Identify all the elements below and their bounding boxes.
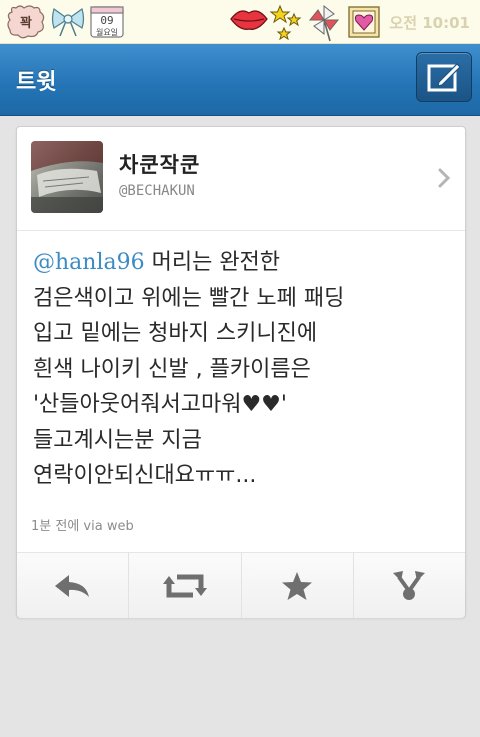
tweet-line: 들고계시는분 지금: [33, 427, 202, 453]
tweet-meta: 1분 전에 via web: [31, 519, 134, 534]
calendar-sticker: 09 월요일: [90, 6, 124, 38]
reply-icon: [54, 574, 89, 597]
pinwheel-icon: [308, 4, 340, 42]
app-header: 트윗: [0, 44, 480, 116]
heart-frame-icon: [348, 6, 380, 38]
profile-row[interactable]: 차쿤작쿤 @BECHAKUN: [17, 127, 465, 231]
more-button[interactable]: [354, 553, 465, 618]
display-name[interactable]: 차쿤작쿤: [119, 149, 200, 179]
favorite-button[interactable]: [242, 553, 354, 618]
action-bar: [17, 552, 465, 618]
tweet-line: 흰색 나이키 신발 , 플카이름은: [33, 356, 311, 382]
ribbon-icon: [51, 8, 85, 37]
share-icon: [393, 570, 426, 600]
svg-text:09: 09: [100, 14, 113, 27]
retweet-button[interactable]: [129, 553, 242, 618]
tweet-card: 차쿤작쿤 @BECHAKUN @hanla96 머리는 완전한 검은색이고 위에…: [16, 126, 466, 618]
tweet-line: 입고 밑에는 청바지 스키니진에: [33, 321, 318, 346]
compose-button[interactable]: [416, 52, 472, 102]
tweet-line: 검은색이고 위에는 빨간 노페 패딩: [33, 285, 345, 311]
avatar[interactable]: [31, 141, 103, 213]
retweet-icon: [162, 574, 207, 597]
mention-link[interactable]: @hanla96: [33, 250, 145, 275]
tweet-line: @hanla96 머리는 완전한: [33, 250, 281, 275]
svg-text:꽉: 꽉: [20, 16, 32, 31]
compose-icon: [427, 63, 461, 92]
stars-icon: [270, 4, 302, 41]
username[interactable]: @BECHAKUN: [119, 183, 195, 199]
page-title: 트윗: [16, 70, 57, 95]
status-bar: 꽉 09 월요일 오전 10:01: [0, 0, 480, 44]
tweet-line: '산들아웃어줘서고마워♥♥': [33, 392, 287, 417]
kkwak-sticker: 꽉: [7, 5, 45, 39]
reply-button[interactable]: [17, 553, 130, 618]
star-icon: [282, 571, 313, 600]
lips-icon: [230, 10, 268, 30]
tweet-text: @hanla96 머리는 완전한 검은색이고 위에는 빨간 노페 패딩 입고 밑…: [33, 245, 457, 494]
chevron-right-icon[interactable]: [437, 167, 451, 189]
svg-text:월요일: 월요일: [96, 27, 118, 37]
status-time: 오전 10:01: [389, 14, 470, 32]
tweet-line: 연락이안되신대요ㅠㅠ...: [33, 463, 257, 488]
